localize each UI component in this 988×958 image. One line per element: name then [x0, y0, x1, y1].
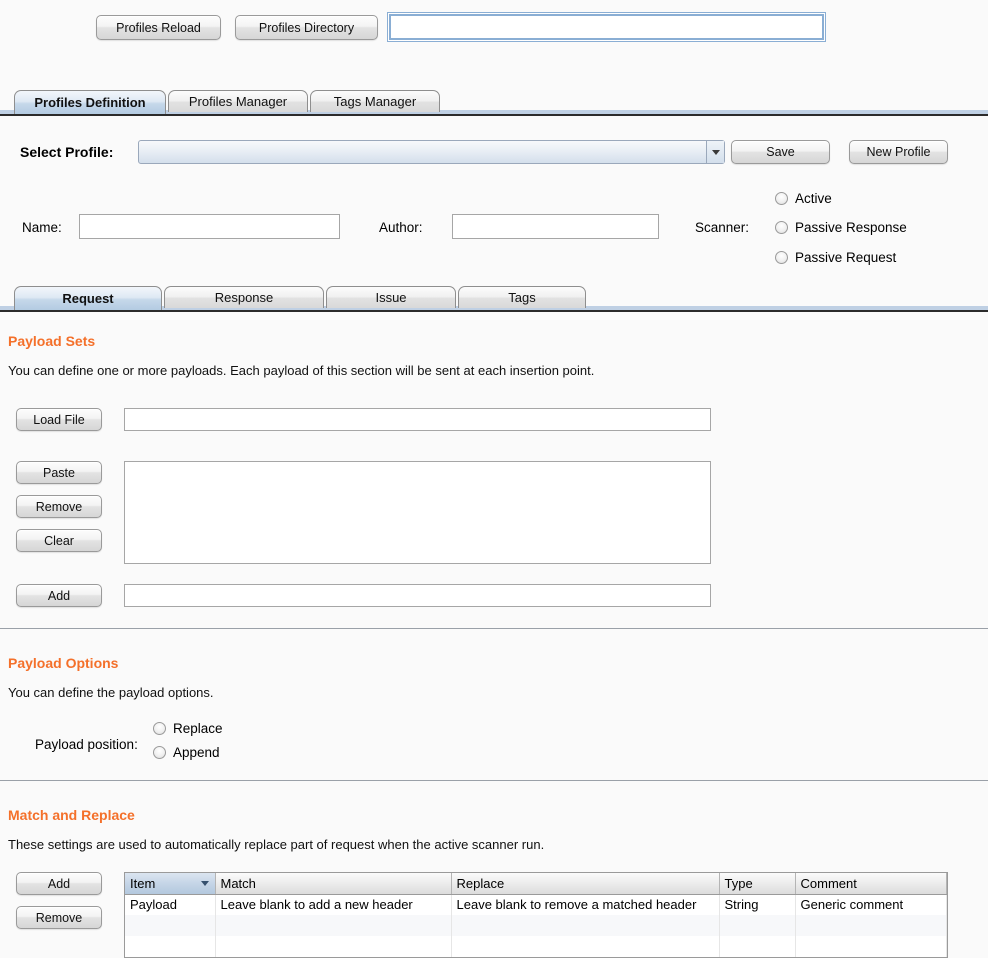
- column-header-label: Replace: [456, 875, 505, 891]
- tab-profiles-definition[interactable]: Profiles Definition: [14, 90, 166, 114]
- name-label: Name:: [22, 220, 62, 235]
- cell-comment[interactable]: Generic comment: [795, 894, 947, 915]
- cell-replace[interactable]: Leave blank to remove a matched header: [451, 894, 720, 915]
- match-replace-table[interactable]: Item Match Replace Type Comment Payload …: [124, 872, 948, 958]
- clear-payloads-button[interactable]: Clear: [16, 529, 102, 552]
- section-divider: [0, 628, 988, 629]
- add-payload-input[interactable]: [124, 584, 711, 607]
- cell-empty: [215, 915, 452, 936]
- column-header-label: Match: [220, 875, 256, 891]
- tab-response[interactable]: Response: [164, 286, 324, 308]
- column-header-match[interactable]: Match: [215, 873, 452, 895]
- payload-list-textarea[interactable]: [124, 461, 711, 564]
- inner-tab-bar: Request Response Issue Tags: [0, 286, 988, 312]
- save-button[interactable]: Save: [731, 140, 830, 164]
- radio-icon[interactable]: [153, 746, 166, 759]
- cell-empty: [451, 915, 720, 936]
- tab-issue[interactable]: Issue: [326, 286, 456, 308]
- radio-icon[interactable]: [775, 251, 788, 264]
- table-row-empty: [125, 915, 947, 936]
- load-file-button[interactable]: Load File: [16, 408, 102, 431]
- tab-tags-manager[interactable]: Tags Manager: [310, 90, 440, 112]
- add-payload-button[interactable]: Add: [16, 584, 102, 607]
- outer-tab-bar: Profiles Definition Profiles Manager Tag…: [0, 90, 988, 116]
- match-replace-remove-button[interactable]: Remove: [16, 906, 102, 929]
- payload-position-radio-replace[interactable]: Replace: [153, 721, 223, 736]
- scanner-radio-passive-request[interactable]: Passive Request: [775, 250, 896, 265]
- cell-empty: [795, 936, 947, 957]
- match-replace-description: These settings are used to automatically…: [8, 837, 545, 852]
- cell-empty: [125, 936, 216, 957]
- scanner-option-label: Passive Request: [795, 250, 897, 265]
- payload-options-heading: Payload Options: [8, 655, 119, 671]
- column-header-replace[interactable]: Replace: [451, 873, 720, 895]
- column-header-comment[interactable]: Comment: [795, 873, 947, 895]
- name-input[interactable]: [79, 214, 340, 239]
- match-replace-heading: Match and Replace: [8, 807, 135, 823]
- payload-position-option-label: Replace: [173, 721, 223, 736]
- author-label: Author:: [379, 220, 423, 235]
- tab-tags[interactable]: Tags: [458, 286, 586, 308]
- remove-payload-button[interactable]: Remove: [16, 495, 102, 518]
- new-profile-button[interactable]: New Profile: [849, 140, 948, 164]
- column-header-item[interactable]: Item: [125, 873, 216, 895]
- radio-icon[interactable]: [775, 192, 788, 205]
- profiles-directory-button[interactable]: Profiles Directory: [235, 15, 378, 40]
- payload-options-description: You can define the payload options.: [8, 685, 214, 700]
- author-input[interactable]: [452, 214, 659, 239]
- payload-sets-heading: Payload Sets: [8, 333, 96, 349]
- cell-type[interactable]: String: [719, 894, 796, 915]
- paste-button[interactable]: Paste: [16, 461, 102, 484]
- section-divider: [0, 780, 988, 781]
- cell-empty: [719, 915, 796, 936]
- select-profile-label: Select Profile:: [20, 144, 114, 160]
- table-row-empty: [125, 936, 947, 957]
- cell-item[interactable]: Payload: [125, 894, 216, 915]
- match-replace-add-button[interactable]: Add: [16, 872, 102, 895]
- column-header-label: Type: [724, 875, 753, 891]
- chevron-down-icon[interactable]: [706, 141, 724, 163]
- cell-empty: [451, 936, 720, 957]
- radio-icon[interactable]: [153, 722, 166, 735]
- scanner-label: Scanner:: [695, 220, 750, 235]
- table-row[interactable]: Payload Leave blank to add a new header …: [125, 894, 947, 915]
- scanner-radio-passive-response[interactable]: Passive Response: [775, 220, 907, 235]
- payload-position-option-label: Append: [173, 745, 220, 760]
- cell-empty: [215, 936, 452, 957]
- column-header-type[interactable]: Type: [719, 873, 796, 895]
- profiles-directory-path-input[interactable]: [388, 13, 825, 41]
- payload-sets-description: You can define one or more payloads. Eac…: [8, 363, 595, 378]
- scanner-radio-active[interactable]: Active: [775, 191, 832, 206]
- sort-descending-icon: [200, 881, 209, 886]
- cell-empty: [125, 915, 216, 936]
- profiles-reload-button[interactable]: Profiles Reload: [96, 15, 221, 40]
- cell-match[interactable]: Leave blank to add a new header: [215, 894, 452, 915]
- radio-icon[interactable]: [775, 221, 788, 234]
- payload-position-label: Payload position:: [35, 737, 138, 752]
- cell-empty: [795, 915, 947, 936]
- cell-empty: [719, 936, 796, 957]
- scanner-option-label: Active: [795, 191, 832, 206]
- column-header-label: Comment: [800, 875, 857, 891]
- select-profile-dropdown[interactable]: [138, 140, 725, 164]
- column-header-label: Item: [130, 875, 156, 891]
- scanner-option-label: Passive Response: [795, 220, 907, 235]
- table-header-row: Item Match Replace Type Comment: [125, 873, 947, 895]
- tab-profiles-manager[interactable]: Profiles Manager: [168, 90, 308, 112]
- top-toolbar: Profiles Reload Profiles Directory: [0, 0, 988, 56]
- payload-position-radio-append[interactable]: Append: [153, 745, 220, 760]
- tab-request[interactable]: Request: [14, 286, 162, 310]
- load-file-path-input[interactable]: [124, 408, 711, 431]
